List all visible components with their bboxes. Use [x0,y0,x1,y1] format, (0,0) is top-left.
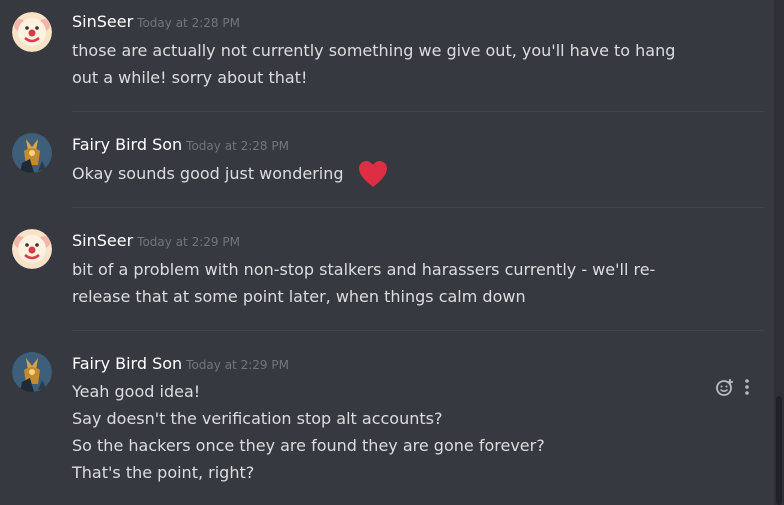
message-text: So the hackers once they are found they … [72,436,545,455]
timestamp: Today at 2:28 PM [137,16,240,30]
avatar[interactable] [12,352,52,392]
message-text: That's the point, right? [72,463,255,482]
clown-avatar-icon [12,229,52,269]
author-name[interactable]: Fairy Bird Son [72,135,182,154]
message-text: Yeah good idea! [72,382,201,401]
add-reaction-icon[interactable] [716,378,734,396]
message-header: Fairy Bird Son Today at 2:29 PM [72,354,289,373]
bird-avatar-icon [12,352,52,392]
timestamp: Today at 2:29 PM [137,235,240,249]
message-header: SinSeer Today at 2:29 PM [72,231,240,250]
scrollbar-thumb[interactable] [776,396,782,505]
heart-emoji-icon [358,160,388,188]
avatar[interactable] [12,133,52,173]
clown-avatar-icon [12,12,52,52]
message-text: out a while! sorry about that! [72,68,308,87]
avatar[interactable] [12,229,52,269]
message-header: Fairy Bird Son Today at 2:28 PM [72,135,289,154]
message-text: release that at some point later, when t… [72,287,526,306]
bird-avatar-icon [12,133,52,173]
message-text: bit of a problem with non-stop stalkers … [72,260,656,279]
avatar[interactable] [12,12,52,52]
message-divider [72,111,764,112]
more-options-icon[interactable] [744,378,750,396]
author-name[interactable]: Fairy Bird Son [72,354,182,373]
chat-messages: SinSeer Today at 2:28 PM those are actual… [0,0,774,505]
message-text: Say doesn't the verification stop alt ac… [72,409,443,428]
message-text: those are actually not currently somethi… [72,41,676,60]
chat-scrollbar[interactable] [774,0,784,505]
timestamp: Today at 2:29 PM [186,358,289,372]
author-name[interactable]: SinSeer [72,231,133,250]
message-hover-toolbar [716,378,750,396]
timestamp: Today at 2:28 PM [186,139,289,153]
message-text: Okay sounds good just wondering [72,164,344,183]
message-divider [72,207,764,208]
message-divider [72,330,764,331]
message-header: SinSeer Today at 2:28 PM [72,12,240,31]
author-name[interactable]: SinSeer [72,12,133,31]
